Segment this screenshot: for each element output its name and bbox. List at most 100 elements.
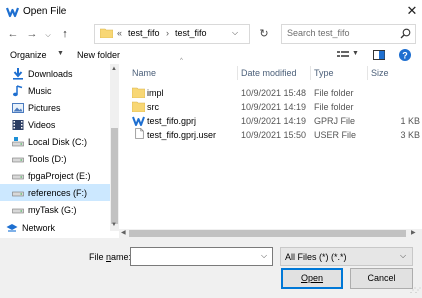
sidebar-item-label: Network bbox=[22, 222, 56, 233]
pictures-icon bbox=[12, 102, 24, 113]
column-header-type[interactable]: Type bbox=[314, 68, 334, 78]
file-name: src bbox=[147, 102, 159, 112]
column-header-size[interactable]: Size bbox=[371, 68, 389, 78]
sidebar-item-local-disk-c[interactable]: Local Disk (C:) bbox=[12, 133, 117, 150]
folder-icon bbox=[100, 28, 113, 38]
file-name-dropdown-icon[interactable]: ⌵ bbox=[261, 251, 267, 261]
file-size: 1 KB bbox=[400, 116, 420, 126]
sidebar-item-music[interactable]: Music bbox=[12, 82, 117, 99]
gprj-icon bbox=[132, 116, 145, 126]
window-title: Open File bbox=[23, 6, 67, 17]
breadcrumb-separator: › bbox=[166, 28, 169, 38]
file-date: 10/9/2021 15:48 bbox=[241, 88, 307, 98]
new-folder-button[interactable]: New folder bbox=[77, 50, 120, 60]
sidebar-item-label: fpgaProject (E:) bbox=[28, 170, 91, 181]
label-text: ame: bbox=[111, 252, 132, 262]
document-icon bbox=[135, 128, 144, 139]
sidebar-item-label: references (F:) bbox=[28, 187, 88, 198]
column-divider[interactable] bbox=[367, 66, 368, 80]
file-row[interactable]: impl 10/9/2021 15:48 File folder bbox=[128, 86, 422, 100]
file-type: GPRJ File bbox=[314, 116, 356, 126]
close-icon[interactable]: ✕ bbox=[404, 3, 420, 19]
address-dropdown-icon[interactable]: ⌵ bbox=[232, 28, 238, 38]
file-size: 3 KB bbox=[400, 130, 420, 140]
file-type: File folder bbox=[314, 88, 354, 98]
sidebar-item-label: Videos bbox=[28, 119, 56, 130]
sidebar-item-network[interactable]: Network bbox=[6, 219, 111, 236]
sidebar-item-downloads[interactable]: Downloads bbox=[12, 65, 117, 82]
file-type-selected: All Files (*) (*.*) bbox=[285, 252, 347, 262]
back-arrow-icon[interactable]: ← bbox=[6, 27, 20, 41]
search-placeholder: Search test_fifo bbox=[287, 28, 350, 38]
open-button-label: Open bbox=[300, 273, 324, 283]
sidebar-item-label: Tools (D:) bbox=[28, 153, 67, 164]
folder-icon bbox=[132, 87, 145, 98]
preview-pane-icon[interactable] bbox=[373, 50, 385, 60]
breadcrumb-item[interactable]: test_fifo bbox=[128, 28, 160, 38]
view-options-icon[interactable] bbox=[337, 50, 349, 60]
music-note-icon bbox=[13, 84, 23, 96]
file-name: impl bbox=[147, 88, 164, 98]
cancel-button[interactable]: Cancel bbox=[350, 268, 413, 289]
download-arrow-icon bbox=[13, 67, 23, 80]
open-button[interactable]: Open bbox=[281, 268, 343, 289]
drive-icon bbox=[12, 174, 24, 179]
sidebar-item-label: Music bbox=[28, 85, 52, 96]
sidebar-item-label: Local Disk (C:) bbox=[28, 136, 88, 147]
sort-ascending-icon: ^ bbox=[180, 58, 183, 64]
sidebar-item-pictures[interactable]: Pictures bbox=[12, 99, 117, 116]
help-icon[interactable]: ? bbox=[399, 49, 411, 61]
navigation-pane: Downloads Music Pictures Videos Local Di… bbox=[0, 64, 118, 233]
file-date: 10/9/2021 15:50 bbox=[241, 130, 307, 140]
app-logo-icon bbox=[6, 7, 19, 18]
sidebar-item-mytask-g[interactable]: myTask (G:) bbox=[12, 201, 117, 218]
breadcrumb-overflow[interactable]: « bbox=[117, 28, 122, 38]
drive-icon bbox=[12, 191, 24, 196]
sidebar-item-label: myTask (G:) bbox=[28, 204, 77, 215]
sidebar-item-fpgaproject-e[interactable]: fpgaProject (E:) bbox=[12, 167, 117, 184]
column-divider[interactable] bbox=[310, 66, 311, 80]
search-icon[interactable] bbox=[400, 28, 411, 39]
forward-arrow-icon[interactable]: → bbox=[25, 27, 39, 41]
breadcrumb-item[interactable]: test_fifo bbox=[175, 28, 207, 38]
sidebar-item-tools-d[interactable]: Tools (D:) bbox=[12, 150, 117, 167]
drive-icon bbox=[12, 157, 24, 162]
folder-icon bbox=[132, 101, 145, 112]
column-header-name[interactable]: Name bbox=[132, 68, 156, 78]
drive-icon bbox=[12, 208, 24, 213]
sidebar-item-references-f[interactable]: references (F:) bbox=[0, 184, 110, 201]
sidebar-item-label: Pictures bbox=[28, 102, 61, 113]
organize-caret-icon[interactable]: ▼ bbox=[57, 50, 64, 57]
file-date: 10/9/2021 14:19 bbox=[241, 116, 307, 126]
column-header-date[interactable]: Date modified bbox=[241, 68, 297, 78]
resize-grip-icon[interactable]: ⋰⋰ bbox=[410, 287, 421, 294]
file-row[interactable]: test_fifo.gprj.user 10/9/2021 15:50 USER… bbox=[128, 128, 422, 142]
sidebar-item-label: Downloads bbox=[28, 68, 73, 79]
svg-text:?: ? bbox=[402, 50, 408, 60]
file-type: USER File bbox=[314, 130, 357, 140]
scroll-down-icon[interactable]: ▼ bbox=[111, 222, 117, 228]
videos-icon bbox=[12, 119, 24, 130]
file-type-dropdown-icon[interactable]: ⌵ bbox=[400, 251, 406, 261]
drive-icon bbox=[12, 136, 24, 146]
file-row[interactable]: src 10/9/2021 14:19 File folder bbox=[128, 100, 422, 114]
recent-dropdown-icon[interactable]: ⌵ bbox=[44, 29, 52, 43]
organize-button[interactable]: Organize bbox=[10, 50, 47, 60]
scroll-up-icon[interactable]: ▲ bbox=[111, 66, 117, 72]
file-row[interactable]: test_fifo.gprj 10/9/2021 14:19 GPRJ File… bbox=[128, 114, 422, 128]
refresh-icon[interactable]: ↻ bbox=[254, 24, 274, 44]
file-date: 10/9/2021 14:19 bbox=[241, 102, 307, 112]
sidebar-item-videos[interactable]: Videos bbox=[12, 116, 117, 133]
scroll-left-icon[interactable]: ◀ bbox=[121, 229, 126, 236]
file-name-label: File name: bbox=[89, 252, 131, 262]
column-divider[interactable] bbox=[237, 66, 238, 80]
network-icon bbox=[6, 223, 18, 232]
scroll-right-icon[interactable]: ▶ bbox=[411, 229, 416, 236]
file-list-scroll-thumb[interactable] bbox=[129, 230, 406, 237]
up-arrow-icon[interactable]: ↑ bbox=[58, 27, 72, 41]
file-name: test_fifo.gprj.user bbox=[147, 130, 217, 140]
file-type: File folder bbox=[314, 102, 354, 112]
sidebar-scroll-thumb[interactable] bbox=[111, 128, 118, 224]
file-name-input[interactable] bbox=[130, 247, 273, 266]
view-dropdown-icon[interactable]: ▼ bbox=[352, 50, 359, 57]
